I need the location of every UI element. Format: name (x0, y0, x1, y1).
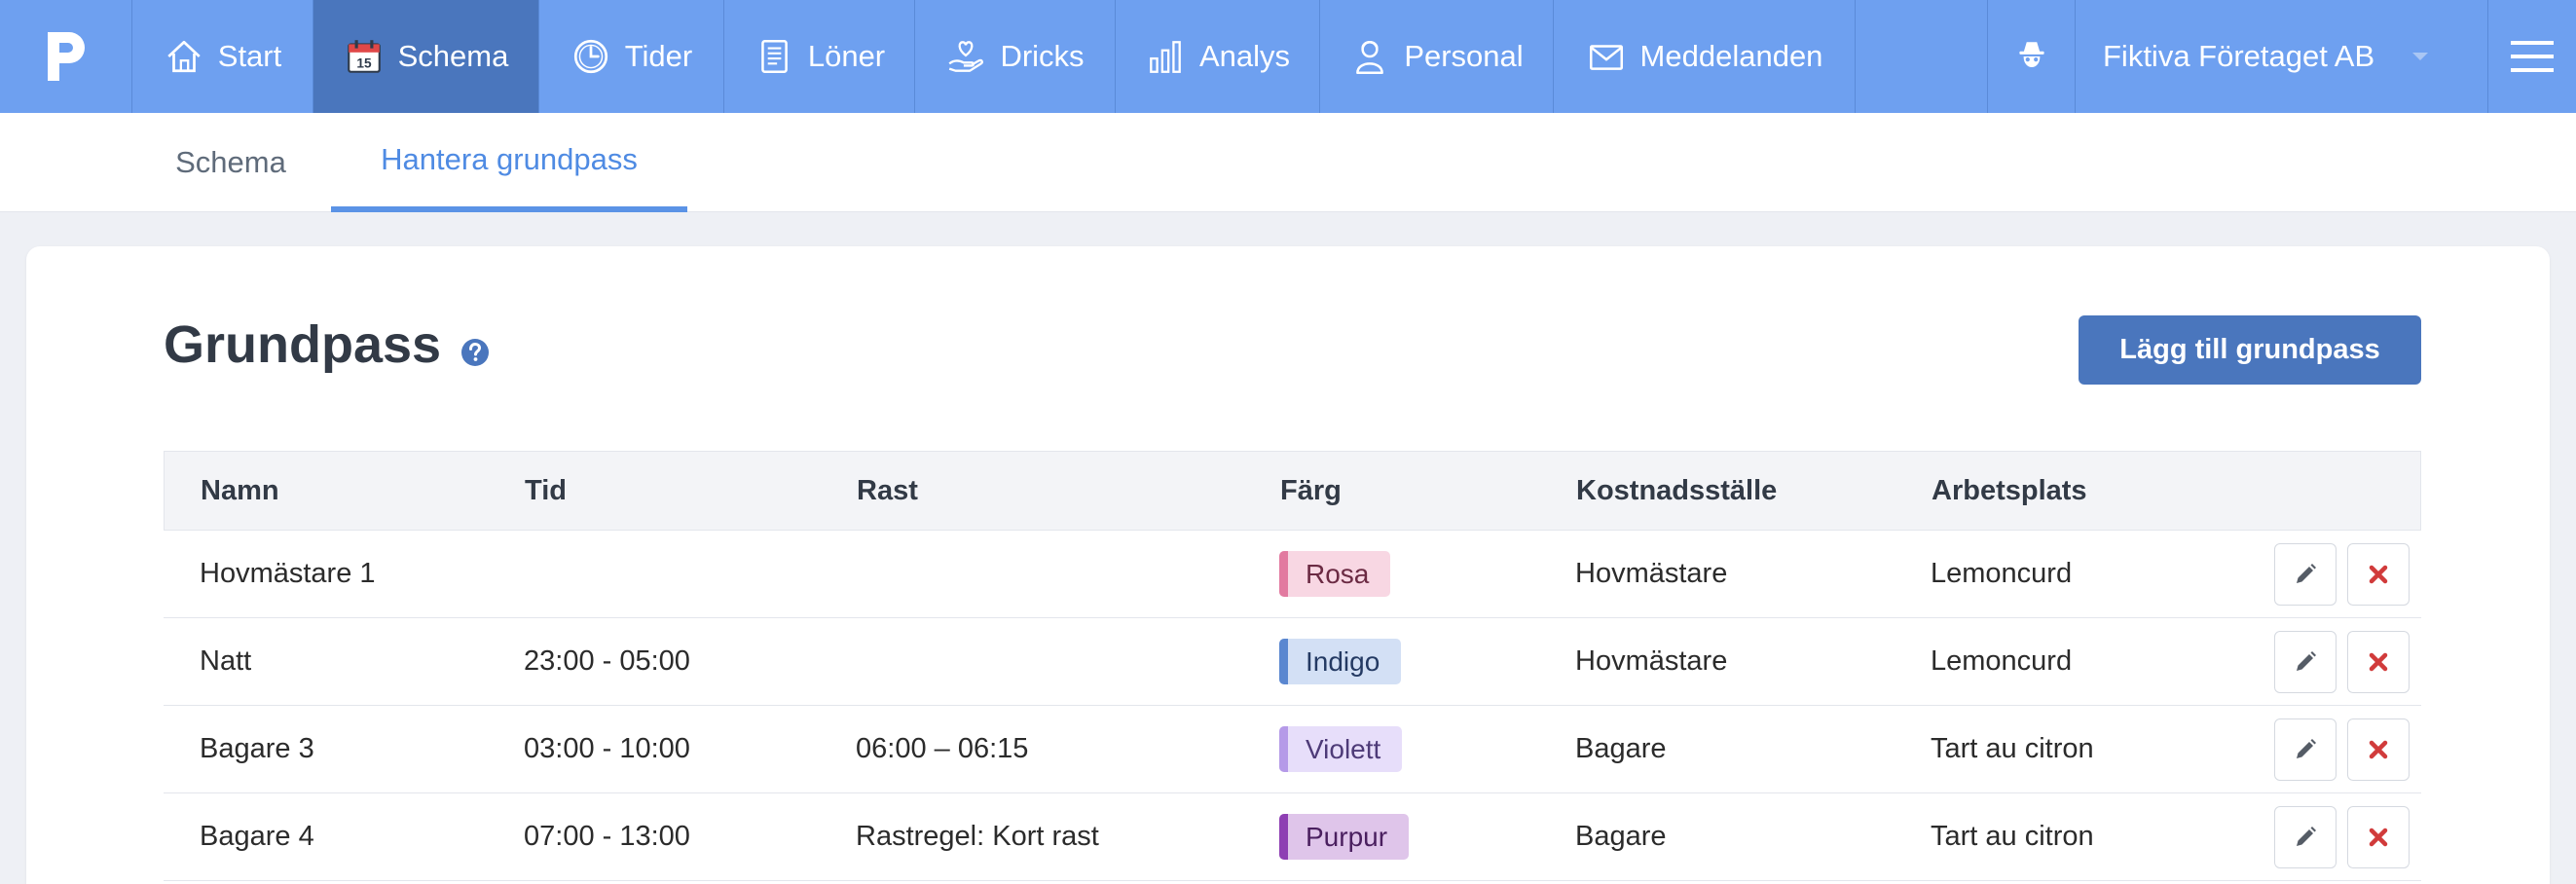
top-navigation: Start 15 Schema Tider Löner Dricks Analy… (0, 0, 2576, 113)
cell-name: Natt (200, 645, 252, 677)
incognito-button[interactable] (1988, 0, 2076, 113)
nav-label: Personal (1404, 39, 1524, 73)
nav-label: Löner (807, 39, 886, 73)
delete-button[interactable] (2347, 718, 2410, 781)
cell-name: Bagare 3 (200, 733, 314, 764)
color-badge: Violett (1279, 726, 1403, 772)
cell-color: Violett (1279, 706, 1403, 792)
tip-hand-icon (948, 41, 984, 72)
calendar-icon: 15 (347, 40, 381, 73)
base-shift-table: Namn Tid Rast Färg Kostnadsställe Arbets… (164, 451, 2421, 881)
column-header-name[interactable]: Namn (201, 452, 279, 530)
nav-item-meddelanden[interactable]: Meddelanden (1554, 0, 1856, 113)
help-icon[interactable] (460, 338, 490, 367)
cell-workplace: Lemoncurd (1931, 558, 2073, 589)
nav-item-analys[interactable]: Analys (1116, 0, 1320, 113)
nav-item-loner[interactable]: Löner (724, 0, 915, 113)
cell-time: 07:00 - 13:00 (524, 821, 690, 852)
pencil-icon (2297, 651, 2316, 671)
content-card: Grundpass Lägg till grundpass Namn Tid R… (26, 246, 2550, 884)
incognito-icon (2018, 42, 2044, 68)
sub-navigation: Schema Hantera grundpass (0, 113, 2576, 212)
nav-label: Meddelanden (1639, 39, 1823, 73)
cell-break: 06:00 – 06:15 (856, 733, 1029, 764)
hamburger-menu-icon (2511, 41, 2554, 72)
close-icon (2369, 565, 2388, 584)
column-header-break[interactable]: Rast (857, 452, 918, 530)
table-body: Hovmästare 1 Rosa Hovmästare Lemoncurd N… (164, 531, 2421, 881)
edit-button[interactable] (2274, 718, 2337, 781)
tab-label: Hantera grundpass (381, 142, 638, 176)
nav-item-personal[interactable]: Personal (1320, 0, 1554, 113)
cell-cost-center: Bagare (1575, 733, 1667, 764)
nav-label: Tider (624, 39, 693, 73)
nav-item-start[interactable]: Start (132, 0, 313, 113)
company-selector[interactable]: Fiktiva Företaget AB (2076, 0, 2488, 113)
column-header-workplace[interactable]: Arbetsplats (1932, 452, 2087, 530)
edit-button[interactable] (2274, 631, 2337, 693)
cell-workplace: Tart au citron (1931, 733, 2094, 764)
tab-label: Schema (175, 145, 286, 179)
cell-color: Indigo (1279, 618, 1402, 705)
document-icon (761, 39, 788, 74)
hamburger-menu-button[interactable] (2488, 0, 2576, 113)
edit-button[interactable] (2274, 806, 2337, 868)
company-name: Fiktiva Företaget AB (2103, 39, 2375, 73)
cell-color: Purpur (1279, 793, 1410, 880)
column-header-cost-center[interactable]: Kostnadsställe (1576, 452, 1777, 530)
calendar-day: 15 (356, 56, 372, 71)
envelope-icon (1589, 45, 1623, 70)
app-logo[interactable] (0, 0, 132, 113)
cell-cost-center: Hovmästare (1575, 558, 1728, 589)
cell-time: 23:00 - 05:00 (524, 645, 690, 677)
tab-schema[interactable]: Schema (149, 113, 313, 212)
logo-p-icon (47, 32, 85, 81)
color-badge: Rosa (1279, 551, 1391, 597)
table-row[interactable]: Bagare 3 03:00 - 10:00 06:00 – 06:15 Vio… (164, 706, 2421, 793)
pencil-icon (2297, 827, 2316, 846)
nav-label: Dricks (1000, 39, 1085, 73)
table-row[interactable]: Natt 23:00 - 05:00 Indigo Hovmästare Lem… (164, 618, 2421, 706)
clock-icon (573, 39, 607, 74)
close-icon (2369, 740, 2388, 759)
add-base-shift-button[interactable]: Lägg till grundpass (2079, 315, 2421, 385)
edit-button[interactable] (2274, 543, 2337, 606)
chevron-down-icon (2412, 53, 2429, 60)
nav-item-dricks[interactable]: Dricks (915, 0, 1116, 113)
cell-name: Bagare 4 (200, 821, 314, 852)
cell-cost-center: Bagare (1575, 821, 1667, 852)
nav-item-schema[interactable]: 15 Schema (313, 0, 539, 113)
nav-label: Analys (1198, 39, 1291, 73)
delete-button[interactable] (2347, 543, 2410, 606)
nav-label: Start (217, 39, 282, 73)
pencil-icon (2297, 739, 2316, 758)
column-header-color[interactable]: Färg (1280, 452, 1342, 530)
tab-hantera-grundpass[interactable]: Hantera grundpass (331, 113, 687, 212)
color-badge: Purpur (1279, 814, 1410, 860)
delete-button[interactable] (2347, 631, 2410, 693)
close-icon (2369, 828, 2388, 847)
close-icon (2369, 652, 2388, 672)
page-title: Grundpass (164, 315, 442, 374)
nav-spacer (1856, 0, 1988, 113)
cell-workplace: Tart au citron (1931, 821, 2094, 852)
cell-name: Hovmästare 1 (200, 558, 376, 589)
bar-chart-icon (1150, 41, 1181, 73)
pencil-icon (2297, 564, 2316, 583)
table-row[interactable]: Bagare 4 07:00 - 13:00 Rastregel: Kort r… (164, 793, 2421, 881)
nav-label: Schema (397, 39, 509, 73)
cell-color: Rosa (1279, 531, 1391, 617)
nav-item-tider[interactable]: Tider (539, 0, 724, 113)
person-icon (1356, 41, 1384, 75)
cell-workplace: Lemoncurd (1931, 645, 2073, 677)
table-header: Namn Tid Rast Färg Kostnadsställe Arbets… (164, 451, 2421, 531)
column-header-time[interactable]: Tid (525, 452, 567, 530)
color-badge: Indigo (1279, 639, 1402, 684)
delete-button[interactable] (2347, 806, 2410, 868)
home-icon (167, 40, 201, 73)
table-row[interactable]: Hovmästare 1 Rosa Hovmästare Lemoncurd (164, 531, 2421, 618)
cell-time: 03:00 - 10:00 (524, 733, 690, 764)
cell-break: Rastregel: Kort rast (856, 821, 1099, 852)
cell-cost-center: Hovmästare (1575, 645, 1728, 677)
